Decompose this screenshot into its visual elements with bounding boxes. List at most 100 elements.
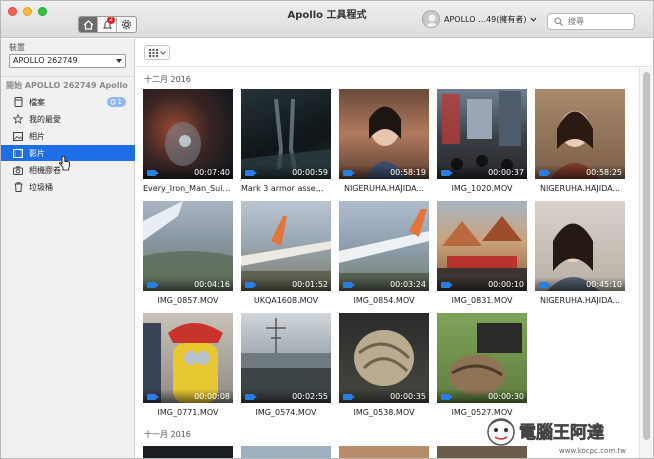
toolbar-segment: 2 <box>78 16 137 33</box>
watermark-title: 電腦王阿達 <box>519 422 604 443</box>
settings-button[interactable] <box>117 17 136 32</box>
video-tile[interactable]: 00:45:10 NIGERUHA.HAJIDA... <box>535 201 625 305</box>
video-camera-icon <box>539 170 551 176</box>
video-thumbnail[interactable]: 00:00:30 <box>437 313 527 403</box>
sidebar-item-label: 相片 <box>29 131 45 141</box>
video-filename: IMG_0831.MOV <box>451 296 513 305</box>
watermark-url: www.kocpc.com.tw <box>559 447 626 455</box>
video-tile[interactable]: 00:03:24 IMG_0854.MOV <box>339 201 429 305</box>
sidebar-item-photos[interactable]: 相片 <box>1 128 135 144</box>
video-camera-icon <box>147 170 159 176</box>
video-tile[interactable]: 00:00:59 Mark 3 armor assem... <box>241 89 331 193</box>
video-thumbnail[interactable]: 00:58:25 <box>535 89 625 179</box>
sidebar-item-trash[interactable]: 垃圾桶 <box>1 179 135 195</box>
video-tile-partial[interactable] <box>143 446 233 458</box>
video-filename: IMG_0854.MOV <box>353 296 415 305</box>
device-dropdown[interactable]: APOLLO 262749 <box>9 54 126 68</box>
notifications-button[interactable]: 2 <box>98 17 117 32</box>
view-mode-button[interactable] <box>144 45 170 60</box>
video-tile[interactable]: 00:00:35 IMG_0538.MOV <box>339 313 429 417</box>
star-icon <box>13 114 23 124</box>
video-thumbnail[interactable]: 00:07:40 <box>143 89 233 179</box>
video-thumbnail[interactable]: 00:00:35 <box>339 313 429 403</box>
video-filename: IMG_1020.MOV <box>451 184 513 193</box>
video-tile[interactable]: 00:58:25 NIGERUHA.HAJIDA... <box>535 89 625 193</box>
video-tile-partial[interactable] <box>339 446 429 458</box>
sidebar-item-label: 檔案 <box>29 97 45 107</box>
sidebar-item-label: 相機膠卷 <box>29 165 61 175</box>
search-input[interactable] <box>568 17 628 26</box>
sync-icon <box>110 99 115 105</box>
video-thumbnail[interactable]: 00:00:10 <box>437 201 527 291</box>
video-filename: IMG_0771.MOV <box>157 408 219 417</box>
sidebar-item-label: 我的最愛 <box>29 114 61 124</box>
sync-count-badge: 1 <box>106 97 126 107</box>
video-thumbnail[interactable]: 00:02:55 <box>241 313 331 403</box>
video-camera-icon <box>441 170 453 176</box>
video-tile[interactable]: 00:58:19 NIGERUHA.HAJIDA... <box>339 89 429 193</box>
sidebar-section-title: 開始 APOLLO 262749 Apollo <box>6 81 128 90</box>
video-tile[interactable]: 00:01:52 UKQA1608.MOV <box>241 201 331 305</box>
video-thumbnail[interactable]: 00:58:19 <box>339 89 429 179</box>
divider <box>1 76 135 77</box>
video-thumbnail[interactable]: 00:45:10 <box>535 201 625 291</box>
video-camera-icon <box>343 394 355 400</box>
video-duration: 00:00:30 <box>488 392 524 401</box>
video-filename: IMG_0574.MOV <box>255 408 317 417</box>
photo-icon <box>13 131 23 141</box>
search-icon <box>554 17 563 26</box>
video-camera-icon <box>147 394 159 400</box>
video-thumbnail[interactable]: 00:00:37 <box>437 89 527 179</box>
month-header: 十二月 2016 <box>144 75 191 84</box>
home-icon <box>83 19 93 30</box>
video-thumbnail[interactable]: 00:01:52 <box>241 201 331 291</box>
sidebar-item-favorites[interactable]: 我的最愛 <box>1 111 135 127</box>
sidebar-item-label: 垃圾桶 <box>29 182 53 192</box>
dropdown-caret-icon <box>116 59 122 63</box>
video-filename: NIGERUHA.HAJIDA... <box>343 184 425 193</box>
trash-icon <box>13 182 23 192</box>
video-duration: 00:58:25 <box>586 168 622 177</box>
video-camera-icon <box>441 394 453 400</box>
video-thumbnail[interactable]: 00:03:24 <box>339 201 429 291</box>
apollo-window: Apollo 工具程式 2 APOLLO …49(擁有者) 搜尋 裝置 APOL… <box>0 0 654 459</box>
video-filename: Mark 3 armor assem... <box>241 184 331 193</box>
video-thumbnail[interactable]: 00:00:08 <box>143 313 233 403</box>
scrollbar-thumb[interactable] <box>643 72 650 440</box>
video-tile[interactable]: 00:00:30 IMG_0527.MOV <box>437 313 527 417</box>
video-tile[interactable]: 00:00:08 IMG_0771.MOV <box>143 313 233 417</box>
video-tile[interactable]: 00:00:37 IMG_1020.MOV <box>437 89 527 193</box>
video-duration: 00:03:24 <box>390 280 426 289</box>
video-tile-partial[interactable] <box>241 446 331 458</box>
user-menu[interactable]: APOLLO …49(擁有者) <box>422 10 537 28</box>
video-tile[interactable]: 00:02:55 IMG_0574.MOV <box>241 313 331 417</box>
video-camera-icon <box>147 282 159 288</box>
video-camera-icon <box>245 170 257 176</box>
video-thumbnail[interactable]: 00:00:59 <box>241 89 331 179</box>
video-thumbnail[interactable]: 00:04:16 <box>143 201 233 291</box>
sidebar: 裝置 APOLLO 262749 開始 APOLLO 262749 Apollo… <box>1 39 135 458</box>
avatar <box>422 10 440 28</box>
file-icon <box>13 97 23 107</box>
video-duration: 00:00:10 <box>488 280 524 289</box>
camera-icon <box>13 165 23 175</box>
home-button[interactable] <box>79 17 98 32</box>
chevron-down-icon <box>531 17 537 22</box>
device-selected: APOLLO 262749 <box>13 56 78 65</box>
video-tile[interactable]: 00:07:40 Every_Iron_Man_Suit... <box>143 89 233 193</box>
grid-view-icon <box>148 48 158 57</box>
video-camera-icon <box>245 282 257 288</box>
video-filename: NIGERUHA.HAJIDA... <box>539 296 621 305</box>
video-tile[interactable]: 00:00:10 IMG_0831.MOV <box>437 201 527 305</box>
chevron-down-icon <box>159 50 166 55</box>
video-camera-icon <box>343 170 355 176</box>
video-camera-icon <box>343 282 355 288</box>
scrollbar[interactable] <box>639 68 652 458</box>
count-value: 1 <box>117 98 122 106</box>
search-box[interactable] <box>547 13 635 30</box>
video-duration: 00:04:16 <box>194 280 230 289</box>
hand-cursor-icon <box>59 156 70 171</box>
video-tile[interactable]: 00:04:16 IMG_0857.MOV <box>143 201 233 305</box>
title-bar: Apollo 工具程式 2 APOLLO …49(擁有者) 搜尋 <box>1 1 653 38</box>
sidebar-item-files[interactable]: 檔案 1 <box>1 94 135 110</box>
